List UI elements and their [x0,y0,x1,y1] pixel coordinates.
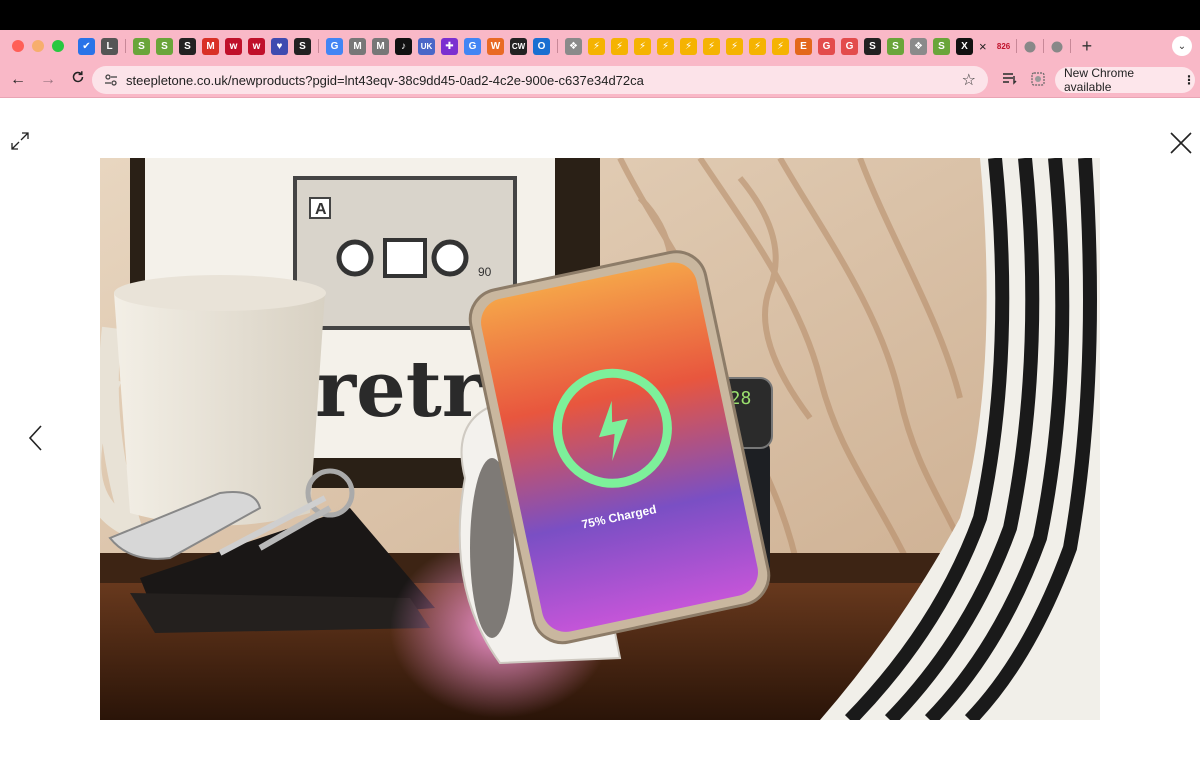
apple-tab-icon[interactable] [1050,38,1064,54]
notification-badge[interactable]: 826 [993,42,1015,51]
google-icon[interactable]: G [464,37,481,55]
tab-separator [557,39,558,53]
zap-icon[interactable]: ⚡ [611,37,628,55]
extension-icon[interactable] [1030,71,1046,90]
tab-separator [125,39,126,53]
x-icon[interactable]: X [956,37,973,55]
poster-letter: A [315,201,327,218]
minimize-window-icon[interactable] [32,40,44,52]
os-top-bar [0,0,1200,30]
shopify-icon[interactable]: S [294,37,311,55]
apple-tab-icon[interactable] [1023,38,1037,54]
zap-icon[interactable]: ⚡ [703,37,720,55]
image-lightbox: A 90 retr 75% Charged [0,99,1200,779]
shopify-icon[interactable]: S [156,37,173,55]
new-tab-button[interactable]: + [1082,36,1093,57]
tab-separator [1069,39,1071,53]
shopify-icon[interactable]: S [864,37,881,55]
expand-icon[interactable] [8,129,32,153]
coffee-mug [100,275,326,546]
gmail-icon[interactable]: M [202,37,219,55]
etsy-icon[interactable]: E [795,37,812,55]
tiktok-icon[interactable]: ♪ [395,37,412,55]
shopify-icon[interactable]: S [933,37,950,55]
tab-separator [1042,39,1044,53]
wp-icon[interactable]: w [225,37,242,55]
zap-icon[interactable]: ⚡ [726,37,743,55]
poster-word: retr [315,344,484,435]
close-window-icon[interactable] [12,40,24,52]
chrome-update-button[interactable]: New Chrome available ⋮ [1055,66,1195,94]
active-tab-close-icon[interactable]: × [979,39,987,54]
zoom-window-icon[interactable] [52,40,64,52]
outlook-icon[interactable]: O [533,37,550,55]
uk-icon[interactable]: UK [418,37,435,55]
more-menu-icon[interactable]: ⋮ [1183,73,1195,87]
letter-w-icon[interactable]: W [487,37,504,55]
zap-icon[interactable]: ⚡ [680,37,697,55]
reload-icon [72,71,84,83]
zap-icon[interactable]: ⚡ [588,37,605,55]
bookmark-star-icon[interactable]: ☆ [962,70,976,90]
tab-strip: ✔ L S S S Mw w ♥ S G M M ♪ UK ✚ G W CW O ❖ ⚡ ⚡ ⚡ ⚡ ⚡ ⚡ ⚡ ⚡ ⚡ E G G S S ❖ S X… [0,30,1200,62]
stamp-icon[interactable]: ❖ [910,37,927,55]
pinned-tabs: ✔ L S S S Mw w ♥ S G M M ♪ UK ✚ G W CW O ❖ ⚡ ⚡ ⚡ ⚡ ⚡ ⚡ ⚡ ⚡ ⚡ E G G S S ❖ S X [78,37,973,55]
tab-search-button[interactable]: ⌄ [1172,36,1192,56]
gmail-icon[interactable]: M [349,37,366,55]
site-info-icon[interactable] [102,71,120,89]
wp-icon[interactable]: w [248,37,265,55]
window-controls [12,40,64,52]
todo-icon[interactable]: ✔ [78,37,95,55]
tab-separator [1015,39,1017,53]
tab-separator [318,39,319,53]
reload-button[interactable] [66,70,90,89]
close-lightbox-icon[interactable] [1169,131,1193,155]
shopify-icon[interactable]: S [133,37,150,55]
zap-icon[interactable]: ⚡ [634,37,651,55]
stamp-icon[interactable]: ❖ [565,37,582,55]
cassette-reel-left [336,239,374,277]
poster-number: 90 [478,265,492,279]
zap-icon[interactable]: ⚡ [657,37,674,55]
previous-image-icon[interactable] [26,424,46,452]
grammarly-icon[interactable]: G [841,37,858,55]
grammarly-icon[interactable]: G [818,37,835,55]
reading-list-icon[interactable] [1002,71,1018,88]
heart-icon[interactable]: ♥ [271,37,288,55]
charging-dock-photo: A 90 retr 75% Charged [100,158,1100,720]
chrome-update-label: New Chrome available [1064,66,1135,94]
letter-l-icon[interactable]: L [101,37,118,55]
browser-toolbar: ← → steepletone.co.uk/newproducts?pgid=l… [0,62,1200,98]
url-text[interactable]: steepletone.co.uk/newproducts?pgid=lnt43… [126,73,644,88]
zap-icon[interactable]: ⚡ [772,37,789,55]
gmail-icon[interactable]: M [372,37,389,55]
target-icon[interactable]: ✚ [441,37,458,55]
cw-icon[interactable]: CW [510,37,527,55]
back-button[interactable]: ← [6,71,30,89]
address-bar[interactable]: steepletone.co.uk/newproducts?pgid=lnt43… [92,66,988,94]
forward-button[interactable]: → [36,71,60,89]
shopify-icon[interactable]: S [887,37,904,55]
letter-s-icon[interactable]: S [179,37,196,55]
product-photo: A 90 retr 75% Charged [100,158,1100,720]
cassette-window [383,238,427,278]
google-icon[interactable]: G [326,37,343,55]
zap-icon[interactable]: ⚡ [749,37,766,55]
cassette-reel-right [431,239,469,277]
